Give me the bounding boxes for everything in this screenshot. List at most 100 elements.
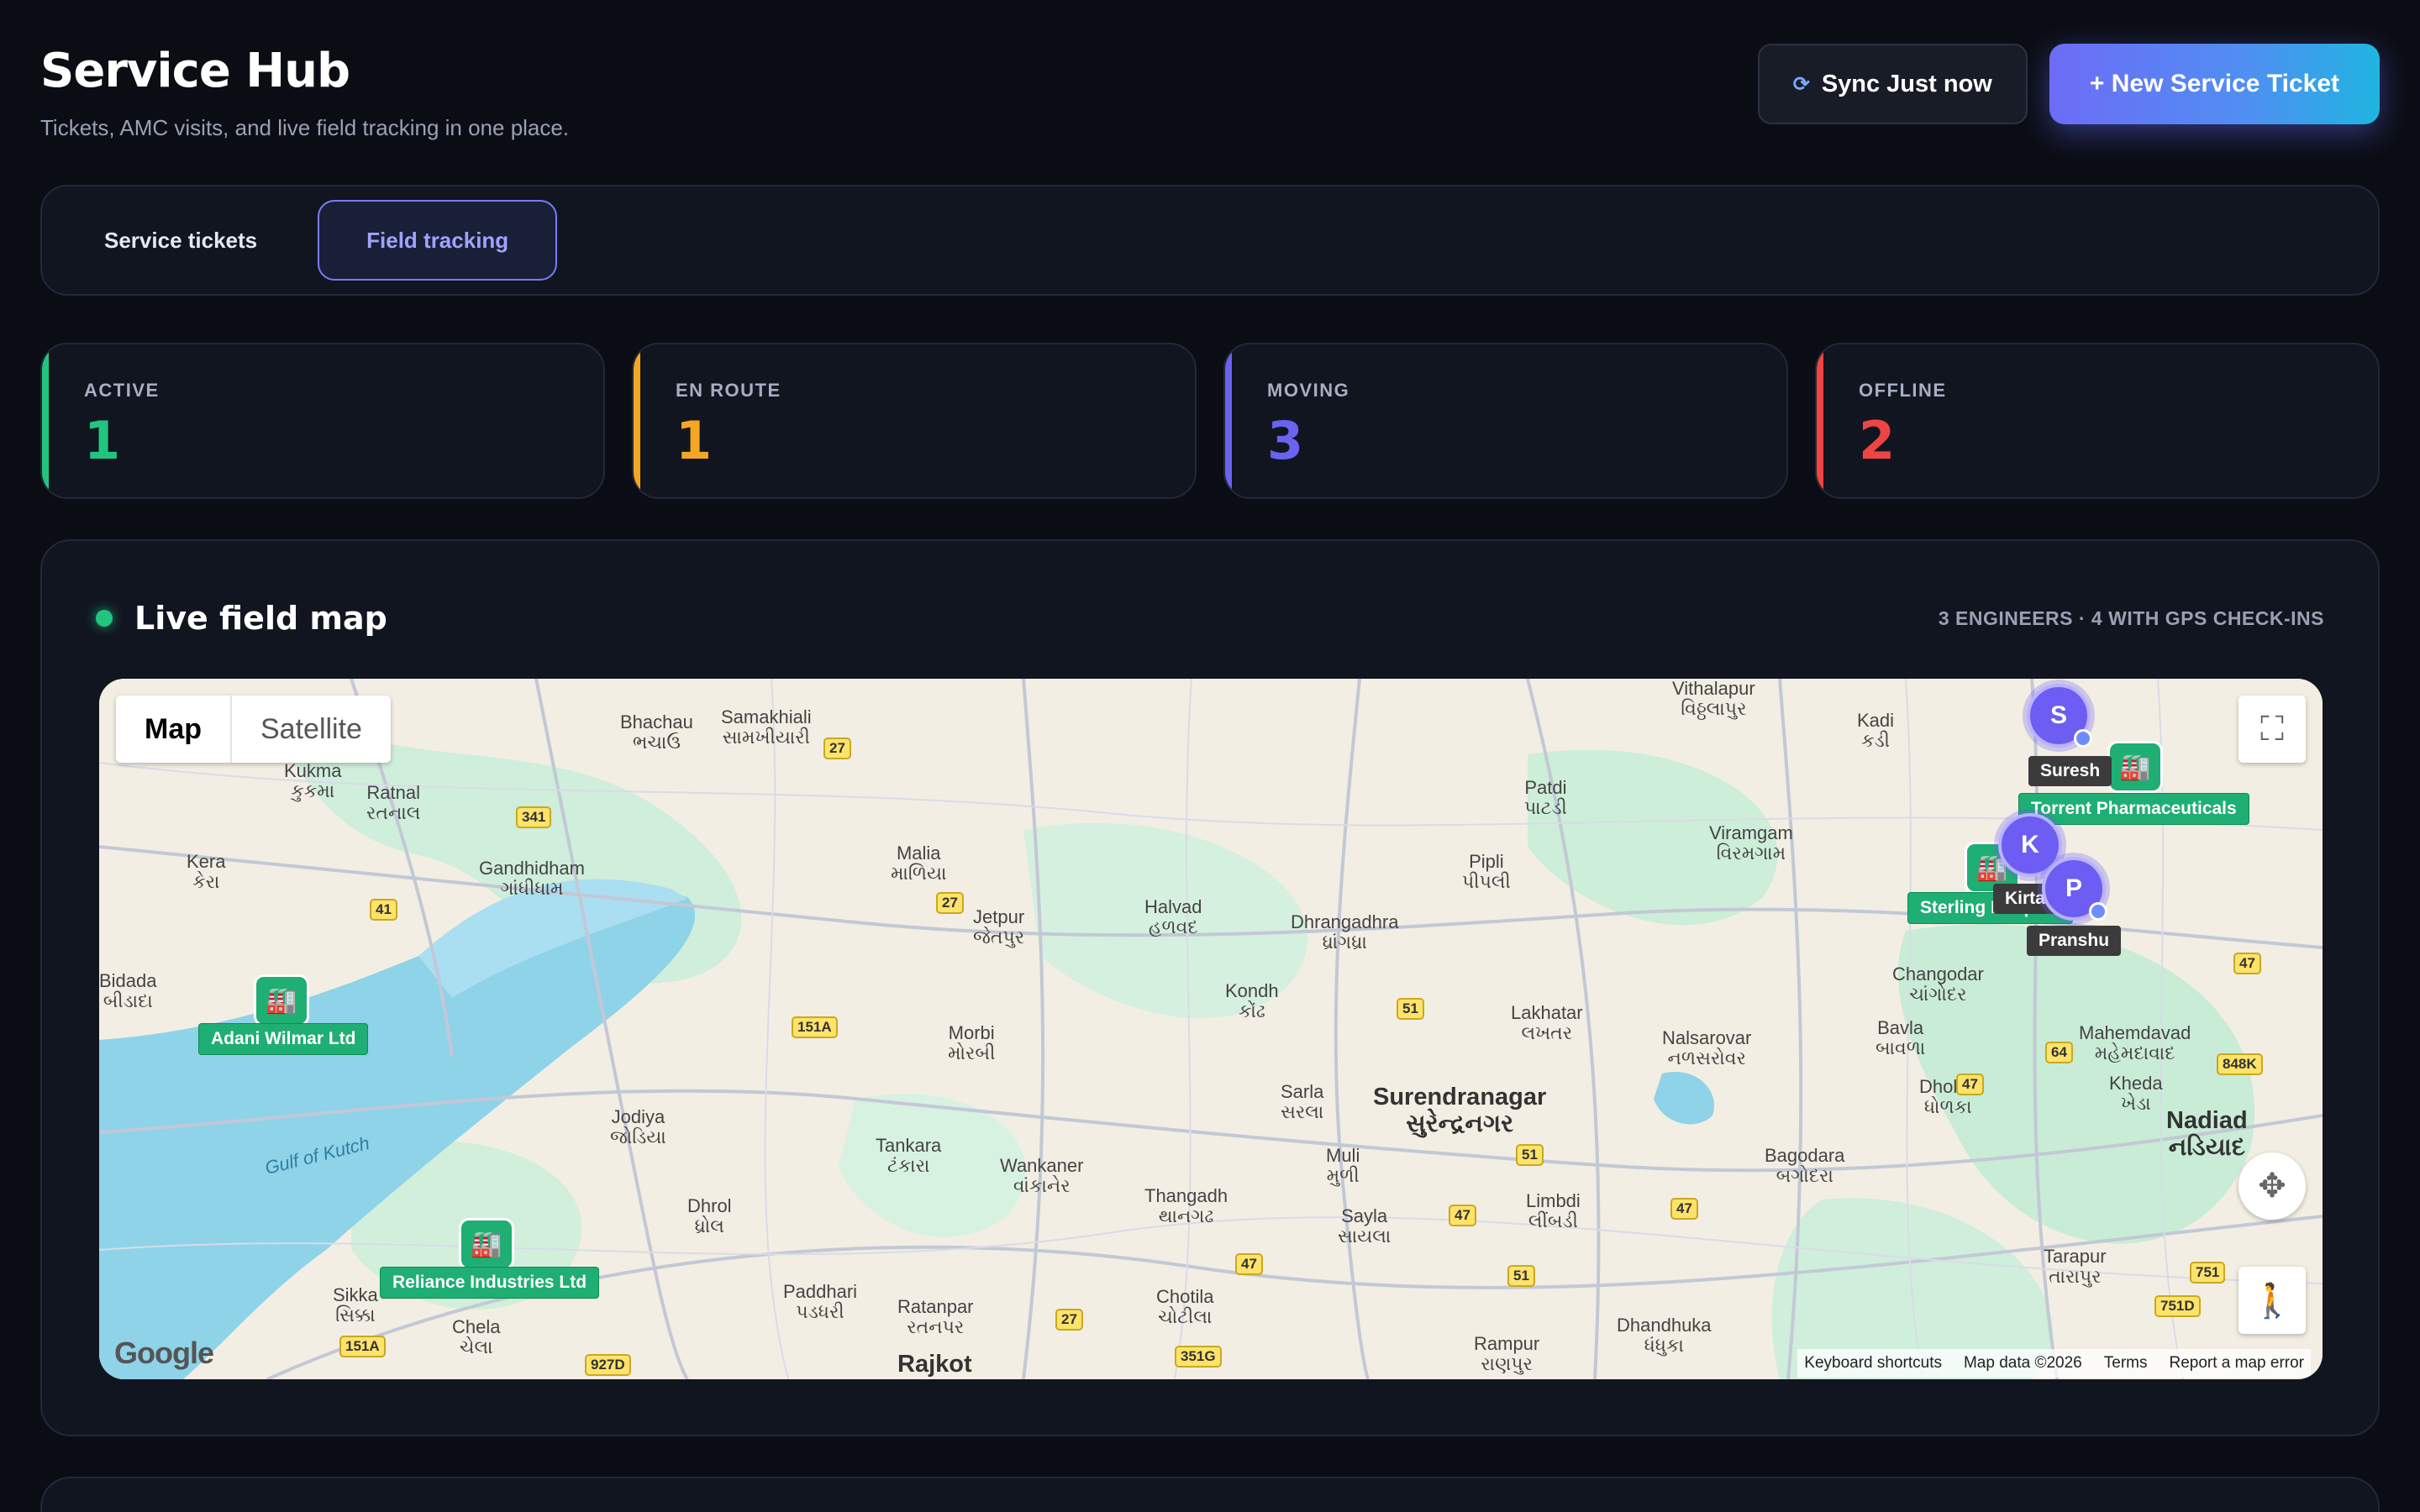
place-label: Wankaner વાંકાનેર bbox=[1000, 1155, 1084, 1196]
place-label: Limbdi લીંબડી bbox=[1526, 1190, 1581, 1231]
stat-value: 2 bbox=[1859, 410, 1896, 471]
place-label: Chotila ચોટીલા bbox=[1156, 1286, 1214, 1327]
road-shield: 47 bbox=[1449, 1205, 1476, 1226]
client-marker-icon[interactable]: 🏭 bbox=[254, 974, 309, 1026]
road-shield: 64 bbox=[2045, 1042, 2073, 1063]
camera-control-icon[interactable]: ✥ bbox=[2238, 1152, 2306, 1220]
place-label: Tarapur તારાપુર bbox=[2044, 1246, 2107, 1287]
place-label: Bhachau ભચાઉ bbox=[620, 711, 693, 753]
place-label: Gandhidham ગાંધીધામ bbox=[479, 858, 585, 899]
new-service-ticket-button[interactable]: + New Service Ticket bbox=[2049, 44, 2380, 124]
place-label: Jodiya જોડિયા bbox=[610, 1106, 666, 1147]
stat-card-moving: MOVING 3 bbox=[1223, 343, 1788, 499]
map-header: Live field map 3 ENGINEERS · 4 WITH GPS … bbox=[96, 595, 2324, 642]
place-label: Bagodara બગોદરા bbox=[1765, 1145, 1845, 1186]
map-type-toggle: Map Satellite bbox=[116, 696, 391, 763]
gps-location-icon bbox=[2074, 729, 2092, 748]
client-marker-label[interactable]: Adani Wilmar Ltd bbox=[198, 1023, 369, 1055]
road-shield: 51 bbox=[1397, 998, 1424, 1020]
road-shield: 848K bbox=[2217, 1053, 2263, 1075]
place-label: Rajkot bbox=[897, 1351, 972, 1378]
road-shield: 47 bbox=[1670, 1198, 1698, 1220]
map-type-map-button[interactable]: Map bbox=[116, 696, 232, 763]
place-label: Ratnal રતનાલ bbox=[366, 782, 421, 823]
road-shield: 751 bbox=[2190, 1262, 2226, 1284]
place-label: Dhrangadhra ધ્રાંગધ્રા bbox=[1291, 911, 1399, 953]
keyboard-shortcuts-link[interactable]: Keyboard shortcuts bbox=[1804, 1354, 1942, 1373]
road-shield: 51 bbox=[1507, 1265, 1535, 1287]
stat-label: EN ROUTE bbox=[676, 380, 781, 401]
engineer-label[interactable]: Pranshu bbox=[2027, 926, 2122, 956]
tab-bar: Service tickets Field tracking bbox=[40, 185, 2380, 296]
place-label: Halvad હળવદ bbox=[1144, 896, 1202, 937]
place-label: Lakhatar લખતર bbox=[1511, 1002, 1583, 1043]
tab-service-tickets[interactable]: Service tickets bbox=[57, 200, 304, 281]
engineer-label[interactable]: Suresh bbox=[2028, 756, 2112, 786]
stat-value: 1 bbox=[84, 410, 121, 471]
header-actions: ⟳ Sync Just now + New Service Ticket bbox=[1757, 44, 2380, 124]
place-label: Muli મુળી bbox=[1326, 1145, 1360, 1186]
gps-location-icon bbox=[2089, 902, 2107, 921]
place-label: Surendranagar સુરેન્દ્રનગર bbox=[1373, 1084, 1547, 1137]
stats-row: ACTIVE 1 EN ROUTE 1 MOVING 3 OFFLINE 2 bbox=[40, 343, 2380, 499]
place-label: Jetpur જેતપુર bbox=[973, 906, 1025, 948]
road-shield: 27 bbox=[823, 738, 851, 759]
road-shield: 51 bbox=[1516, 1144, 1544, 1166]
next-section-card bbox=[40, 1477, 2380, 1512]
place-label: Malia માળિયા bbox=[891, 843, 947, 884]
stat-label: OFFLINE bbox=[1859, 380, 1947, 401]
place-label: Bidada બીડાદા bbox=[99, 970, 157, 1011]
client-marker-label[interactable]: Torrent Pharmaceuticals bbox=[2018, 793, 2249, 825]
stat-card-offline: OFFLINE 2 bbox=[1815, 343, 2380, 499]
place-label: Sikka સિક્કા bbox=[333, 1284, 378, 1326]
road-shield: 41 bbox=[370, 899, 397, 921]
road-shield: 751D bbox=[2154, 1295, 2201, 1317]
road-shield: 27 bbox=[936, 892, 964, 914]
road-shield: 151A bbox=[339, 1336, 386, 1357]
place-label: Rampur રાણપુર bbox=[1474, 1333, 1540, 1374]
place-label: Nadiad નડિયાદ bbox=[2166, 1107, 2248, 1161]
road-shield: 27 bbox=[1055, 1309, 1083, 1331]
tab-field-tracking[interactable]: Field tracking bbox=[318, 200, 558, 281]
place-label: Sarla સરલા bbox=[1281, 1081, 1324, 1122]
place-label: Mahemdavad મહેમદાવાદ bbox=[2079, 1022, 2191, 1063]
report-map-error-link[interactable]: Report a map error bbox=[2169, 1354, 2304, 1373]
place-label: Kera કેરા bbox=[187, 851, 226, 892]
place-label: Samakhiali સામખીયારી bbox=[721, 706, 812, 748]
client-marker-label[interactable]: Reliance Industries Ltd bbox=[380, 1267, 600, 1299]
sync-icon: ⟳ bbox=[1792, 72, 1810, 96]
place-label: Kukma કુકમા bbox=[284, 760, 342, 801]
place-label: Kheda ખેડા bbox=[2109, 1073, 2163, 1114]
place-label: Pipli પીપલી bbox=[1462, 851, 1511, 892]
place-label: Ratanpar રતનપર bbox=[897, 1296, 974, 1337]
road-shield: 151A bbox=[792, 1016, 838, 1038]
place-label: Kadi કડી bbox=[1857, 710, 1895, 751]
place-label: Nalsarovar નળસરોવર bbox=[1662, 1027, 1752, 1068]
place-label: Dhrol ધ્રોલ bbox=[687, 1195, 732, 1236]
place-label: Kondh કોંઢ bbox=[1225, 980, 1279, 1021]
stat-card-active: ACTIVE 1 bbox=[40, 343, 605, 499]
road-shield: 341 bbox=[516, 806, 552, 828]
stat-value: 3 bbox=[1267, 410, 1304, 471]
client-marker-icon[interactable]: 🏭 bbox=[459, 1218, 514, 1270]
map-type-satellite-button[interactable]: Satellite bbox=[232, 696, 391, 763]
live-indicator-icon bbox=[96, 610, 113, 627]
sync-label: Sync Just now bbox=[1821, 70, 1992, 97]
client-marker-icon[interactable]: 🏭 bbox=[2107, 741, 2163, 793]
map-footer: Keyboard shortcuts Map data ©2026 Terms … bbox=[1797, 1349, 2311, 1378]
road-shield: 47 bbox=[1956, 1074, 1984, 1095]
place-label: Dhandhuka ધંધુકા bbox=[1617, 1315, 1712, 1356]
stat-card-en-route: EN ROUTE 1 bbox=[632, 343, 1197, 499]
place-label: Tankara ટંકારા bbox=[876, 1135, 942, 1176]
place-label: Paddhari પડધરી bbox=[783, 1281, 858, 1322]
place-label: Sayla સાયલા bbox=[1338, 1205, 1392, 1247]
map-canvas[interactable]: Map Satellite ⛶ ✥ 🚶 Bhachau ભચાઉ Samakhia… bbox=[99, 679, 2323, 1379]
terms-link[interactable]: Terms bbox=[2104, 1354, 2148, 1373]
map-meta: 3 ENGINEERS · 4 WITH GPS CHECK-INS bbox=[1938, 606, 2324, 629]
place-label: Changodar ચાંગોદર bbox=[1892, 963, 1984, 1005]
street-view-pegman-icon[interactable]: 🚶 bbox=[2238, 1267, 2306, 1334]
road-shield: 47 bbox=[2233, 953, 2261, 974]
sync-button[interactable]: ⟳ Sync Just now bbox=[1757, 44, 2028, 124]
stat-label: MOVING bbox=[1267, 380, 1350, 401]
fullscreen-icon[interactable]: ⛶ bbox=[2238, 696, 2306, 763]
